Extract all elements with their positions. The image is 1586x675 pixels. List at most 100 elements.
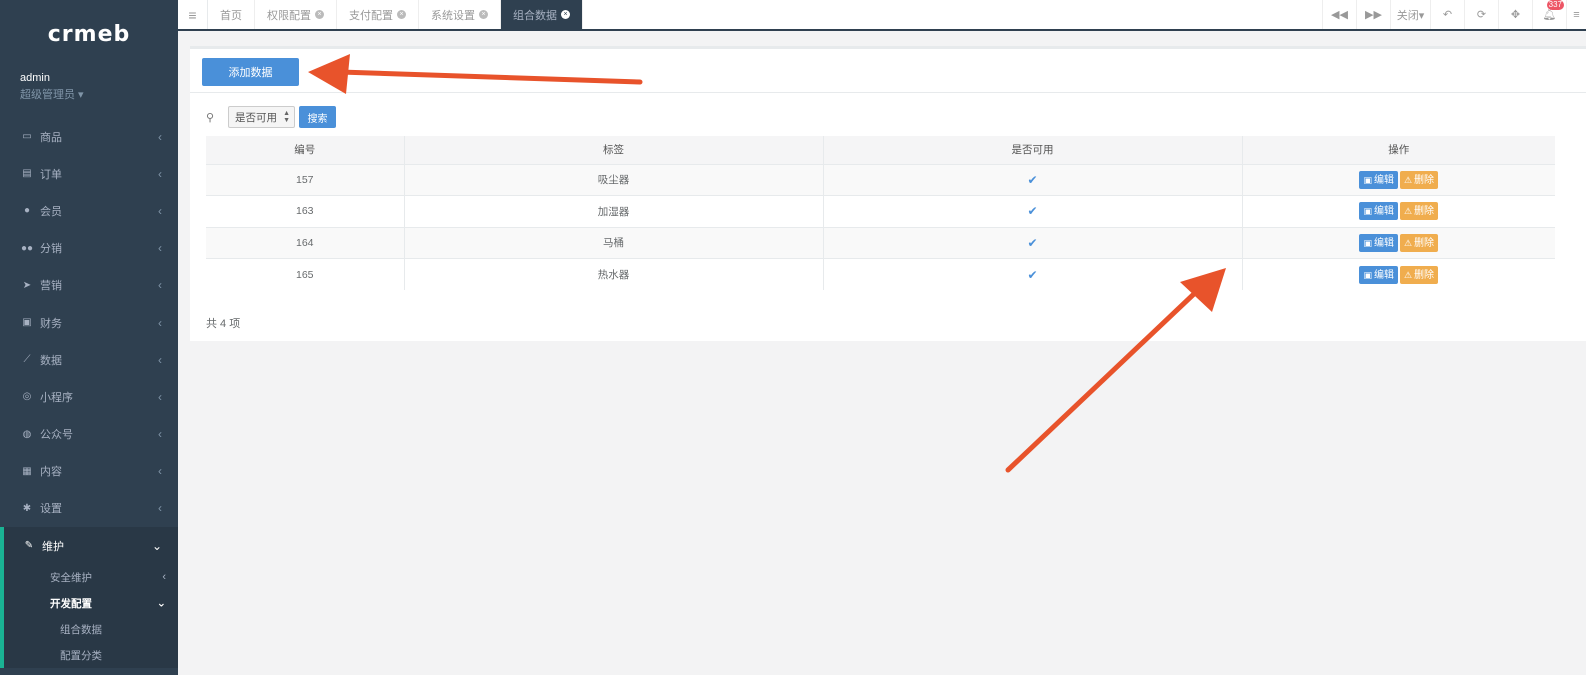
cell-actions: ▣ 编辑 ⚠ 删除 [1242, 163, 1555, 196]
edit-label: 编辑 [1373, 206, 1394, 218]
edit-label: 编辑 [1373, 269, 1394, 281]
delete-button[interactable]: ⚠ 删除 [1399, 265, 1439, 284]
sidebar-item-marketing[interactable]: ➤ 营销 ‹ [0, 267, 178, 304]
sidebar-item-label: 商品 [40, 131, 62, 144]
delete-button[interactable]: ⚠ 删除 [1399, 233, 1439, 252]
gear-icon: ✱ [22, 502, 32, 514]
edit-label: 编辑 [1373, 237, 1394, 249]
tab-combo-data[interactable]: 组合数据 × [501, 0, 583, 29]
sidebar-item-products[interactable]: ▭ 商品 ‹ [0, 118, 178, 155]
user-profile: admin 超级管理员 ▾ [0, 68, 178, 118]
search-form: ⚲ 是否可用 ▲ ▼ 搜索 [206, 106, 336, 128]
sidebar-item-orders[interactable]: ▤ 订单 ‹ [0, 155, 178, 192]
chevron-left-icon: ‹ [158, 427, 162, 442]
edit-button[interactable]: ▣ 编辑 [1359, 202, 1398, 221]
sidebar-item-miniprogram[interactable]: ◎ 小程序 ‹ [0, 378, 178, 415]
tab-payment[interactable]: 支付配置 × [337, 0, 419, 29]
bicycle-icon: ◎ [22, 391, 32, 403]
cell-id: 163 [206, 195, 405, 227]
sidebar-item-content[interactable]: ▦ 内容 ‹ [0, 453, 178, 490]
sidebar-item-label: 内容 [40, 466, 62, 479]
chevron-left-icon: ‹ [158, 389, 162, 404]
notification-button[interactable]: 🔔︎ 337 [1532, 0, 1566, 29]
refresh-button[interactable]: ⟳ [1464, 0, 1498, 29]
arrows-icon: ✥ [1510, 9, 1521, 21]
newspaper-icon: ▦ [22, 465, 32, 477]
more-menu-button[interactable]: ≡ [1566, 0, 1586, 29]
sort-icon: ▲ ▼ [283, 110, 290, 124]
profile-name: admin [20, 72, 50, 84]
back-button[interactable]: ↶ [1430, 0, 1464, 29]
edit-icon: ▣ [1363, 174, 1372, 185]
warning-icon: ⚠ [1403, 206, 1413, 217]
close-icon[interactable]: × [315, 10, 324, 19]
tab-system-settings[interactable]: 系统设置 × [419, 0, 501, 29]
table-row: 163 加湿器 ✔ ▣ 编辑 ⚠ 删除 [206, 195, 1555, 227]
edit-button[interactable]: ▣ 编辑 [1359, 265, 1398, 284]
sidebar-item-maintenance[interactable]: ✎ 维护 ⌄ [0, 527, 178, 565]
sidebar-subsubitem-config-category[interactable]: 配置分类 [4, 642, 178, 668]
chevron-left-icon: ‹ [162, 571, 166, 584]
tab-label: 系统设置 [431, 9, 475, 22]
sidebar-subitem-dev-config[interactable]: 开发配置 ⌄ [4, 590, 178, 616]
delete-label: 删除 [1414, 237, 1435, 249]
sidebar-item-wechat[interactable]: ◍ 公众号 ‹ [0, 416, 178, 453]
check-icon: ✔ [1027, 172, 1038, 187]
close-icon[interactable]: × [479, 10, 488, 19]
cell-label: 马桶 [404, 226, 824, 259]
hamburger-icon: ≡ [188, 6, 197, 23]
chevron-left-icon: ‹ [158, 315, 162, 330]
add-data-button[interactable]: 添加数据 [202, 58, 299, 86]
sidebar-item-label: 数据 [40, 354, 62, 367]
cell-enabled: ✔ [823, 195, 1243, 227]
search-button[interactable]: 搜索 [299, 106, 336, 128]
status-filter-select[interactable]: 是否可用 ▲ ▼ [228, 106, 295, 128]
sidebar-item-distribution[interactable]: ●● 分销 ‹ [0, 230, 178, 267]
table-row: 165 热水器 ✔ ▣ 编辑 ⚠ 删除 [206, 258, 1555, 290]
select-value: 是否可用 [235, 111, 277, 124]
close-icon[interactable]: × [397, 10, 406, 19]
edit-button[interactable]: ▣ 编辑 [1359, 170, 1398, 189]
cell-id: 165 [206, 258, 405, 290]
delete-button[interactable]: ⚠ 删除 [1399, 170, 1439, 189]
column-header-actions: 操作 [1242, 136, 1555, 164]
sidebar-subitem-safety[interactable]: 安全维护 ‹ [4, 564, 178, 590]
sidebar-subsubitem-combo-data[interactable]: 组合数据 [4, 616, 178, 642]
delete-label: 删除 [1414, 174, 1435, 186]
sidebar-item-finance[interactable]: ▣ 财务 ‹ [0, 304, 178, 341]
tab-label: 权限配置 [267, 9, 311, 22]
cell-enabled: ✔ [823, 226, 1243, 259]
menu-toggle-button[interactable]: ≡ [178, 0, 208, 29]
edit-button[interactable]: ▣ 编辑 [1359, 233, 1398, 252]
sidebar-item-label: 设置 [40, 503, 62, 516]
cell-actions: ▣ 编辑 ⚠ 删除 [1242, 195, 1555, 227]
search-icon: ⚲ [206, 111, 215, 124]
scroll-tabs-left-button[interactable]: ◀◀ [1322, 0, 1356, 29]
cell-id: 164 [206, 226, 405, 259]
sidebar-menu: ▭ 商品 ‹ ▤ 订单 ‹ ● 会员 ‹ ●● 分销 ‹ ➤ 营销 ‹ ▣ 财务 ‹ ⟋ 数据 ‹ ◎ 小程序… [0, 118, 178, 669]
profile-role-dropdown[interactable]: 超级管理员 ▾ [20, 86, 158, 102]
table-row: 157 吸尘器 ✔ ▣ 编辑 ⚠ 删除 [206, 163, 1555, 196]
sidebar-item-settings[interactable]: ✱ 设置 ‹ [0, 490, 178, 527]
cell-actions: ▣ 编辑 ⚠ 删除 [1242, 226, 1555, 259]
close-tabs-dropdown[interactable]: 关闭▾ [1390, 0, 1430, 29]
column-header-id: 编号 [206, 136, 405, 164]
hamburger-icon: ≡ [1573, 8, 1580, 21]
delete-button[interactable]: ⚠ 删除 [1399, 202, 1439, 221]
sidebar-item-data[interactable]: ⟋ 数据 ‹ [0, 341, 178, 378]
tab-label: 支付配置 [349, 9, 393, 22]
tab-permissions[interactable]: 权限配置 × [255, 0, 337, 29]
sidebar-item-members[interactable]: ● 会员 ‹ [0, 192, 178, 229]
users-icon: ●● [20, 242, 34, 254]
scroll-tabs-right-button[interactable]: ▶▶ [1356, 0, 1390, 29]
close-icon[interactable]: × [561, 10, 570, 19]
chevron-left-icon: ‹ [158, 278, 162, 293]
tab-home[interactable]: 首页 [208, 0, 255, 29]
column-header-label: 标签 [404, 136, 824, 164]
sidebar-item-label: 会员 [40, 205, 62, 218]
check-icon: ✔ [1027, 204, 1038, 219]
money-icon: ▣ [22, 317, 32, 329]
chevron-down-icon: ⌄ [156, 597, 166, 610]
fullscreen-button[interactable]: ✥ [1498, 0, 1532, 29]
chevron-down-icon: ⌄ [151, 538, 162, 553]
